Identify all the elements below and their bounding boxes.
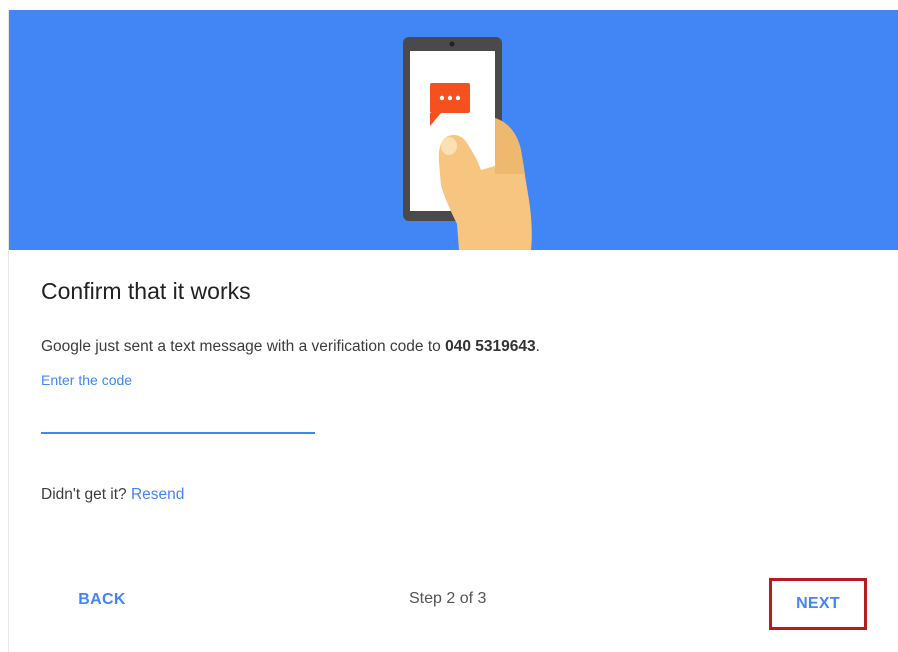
code-field-label: Enter the code <box>41 372 133 388</box>
page-title: Confirm that it works <box>41 278 251 304</box>
message-suffix: . <box>535 338 540 355</box>
back-button[interactable]: BACK <box>65 578 139 622</box>
footer: BACK Step 2 of 3 NEXT <box>9 578 898 634</box>
resend-line: Didn't get it? Resend <box>41 486 184 504</box>
code-input[interactable] <box>41 402 315 434</box>
message-text: Google just sent a text message with a v… <box>41 338 446 355</box>
resend-prompt: Didn't get it? <box>41 486 131 503</box>
next-button[interactable]: NEXT <box>769 578 867 630</box>
resend-link[interactable]: Resend <box>131 486 184 503</box>
hero-banner <box>9 10 898 250</box>
phone-in-hand-icon <box>403 37 532 250</box>
phone-number: 040 5319643 <box>445 338 536 355</box>
verification-message: Google just sent a text message with a v… <box>41 338 540 356</box>
step-indicator: Step 2 of 3 <box>409 590 487 607</box>
verification-card: Confirm that it works Google just sent a… <box>8 10 898 652</box>
